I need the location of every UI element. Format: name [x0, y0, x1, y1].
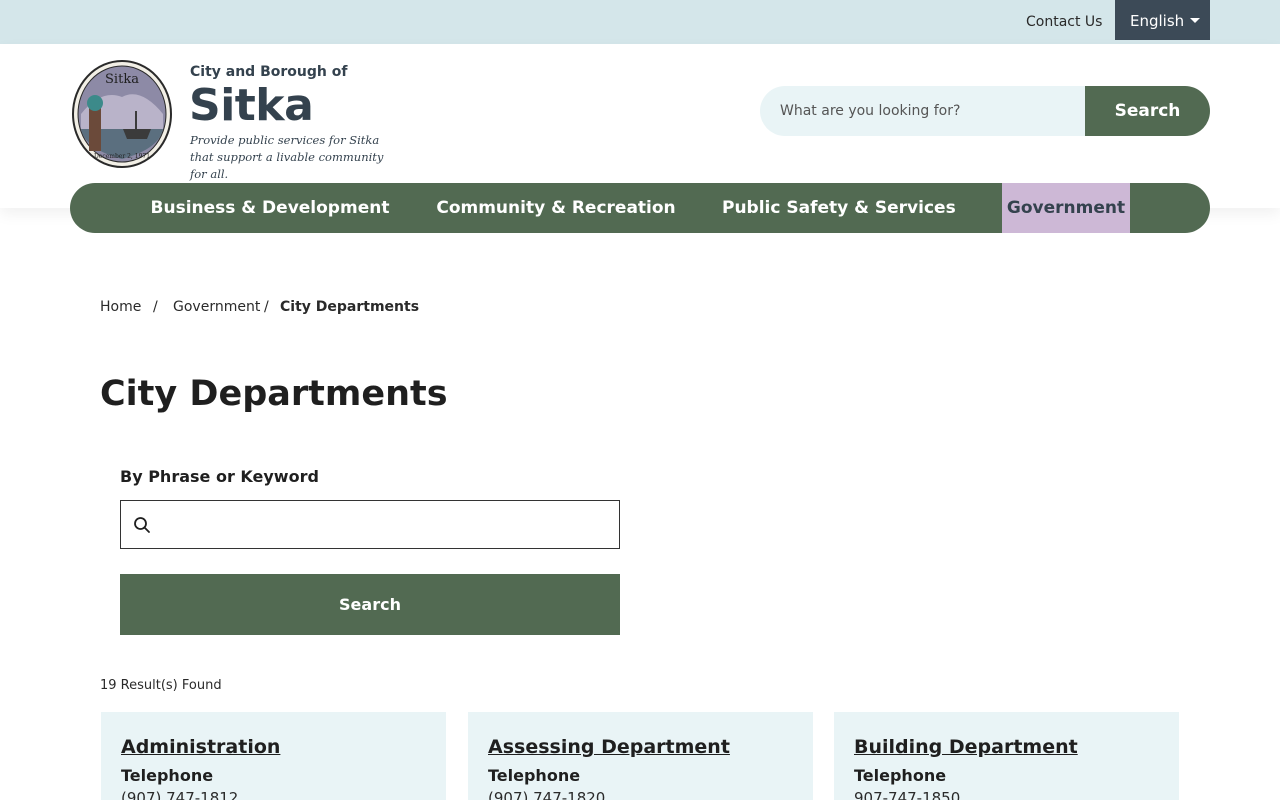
site-search-button[interactable]: Search: [1085, 86, 1210, 136]
language-label: English: [1130, 12, 1185, 30]
nav-item-government[interactable]: Government: [1002, 183, 1130, 233]
brand-prefix: City and Borough of: [190, 64, 348, 80]
page-title: City Departments: [100, 374, 448, 414]
department-card: Assessing Department Telephone (907) 747…: [468, 712, 813, 800]
contact-us-link[interactable]: Contact Us: [1026, 14, 1102, 30]
search-icon: [134, 517, 150, 533]
keyword-filter-input[interactable]: [120, 500, 620, 549]
brand-tagline: Provide public services for Sitka that s…: [190, 133, 384, 181]
main-navigation: Business & Development Community & Recre…: [70, 183, 1210, 233]
filter-search-button[interactable]: Search: [120, 574, 620, 635]
breadcrumb-separator: /: [153, 299, 158, 315]
brand-name[interactable]: Sitka: [189, 80, 314, 131]
nav-item-public-safety-services[interactable]: Public Safety & Services: [722, 183, 956, 233]
department-title-link[interactable]: Building Department: [854, 736, 1159, 758]
breadcrumb-government[interactable]: Government: [173, 299, 260, 315]
results-count: 19 Result(s) Found: [100, 678, 222, 693]
telephone-number[interactable]: 907-747-1850: [854, 789, 1159, 800]
breadcrumb-separator: /: [264, 299, 269, 315]
department-title-link[interactable]: Administration: [121, 736, 426, 758]
department-title-link[interactable]: Assessing Department: [488, 736, 793, 758]
language-selector[interactable]: English: [1115, 0, 1210, 40]
seal-title: Sitka: [105, 72, 139, 87]
department-card: Administration Telephone (907) 747-1812: [101, 712, 446, 800]
telephone-number[interactable]: (907) 747-1820: [488, 789, 793, 800]
site-search: Search: [760, 86, 1210, 136]
telephone-label: Telephone: [488, 766, 581, 785]
caret-down-icon: [1190, 18, 1200, 23]
telephone-label: Telephone: [121, 766, 214, 785]
breadcrumb-current: City Departments: [280, 299, 420, 315]
telephone-number[interactable]: (907) 747-1812: [121, 789, 426, 800]
nav-item-business-development[interactable]: Business & Development: [150, 183, 390, 233]
keyword-filter-label: By Phrase or Keyword: [120, 467, 319, 486]
city-seal-logo[interactable]: Sitka December 2, 1971: [71, 59, 173, 169]
site-search-input[interactable]: [760, 86, 1090, 136]
telephone-label: Telephone: [854, 766, 947, 785]
utility-bar: Contact Us English: [0, 0, 1280, 44]
seal-date: December 2, 1971: [94, 153, 150, 160]
department-card: Building Department Telephone 907-747-18…: [834, 712, 1179, 800]
nav-item-community-recreation[interactable]: Community & Recreation: [436, 183, 676, 233]
breadcrumb-home[interactable]: Home: [100, 299, 141, 315]
